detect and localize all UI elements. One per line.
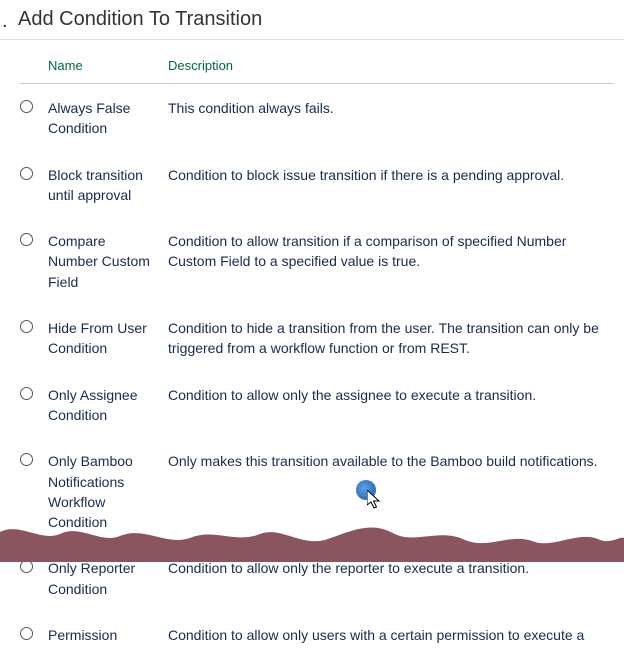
table-row[interactable]: Only Bamboo Notifications Workflow Condi…	[20, 437, 614, 544]
condition-name: Compare Number Custom Field	[48, 231, 168, 292]
condition-description: This condition always fails.	[168, 98, 614, 118]
column-header-description[interactable]: Description	[168, 58, 614, 73]
table-row[interactable]: Only Assignee ConditionCondition to allo…	[20, 371, 614, 438]
condition-name: Always False Condition	[48, 98, 168, 139]
condition-description: Condition to allow only the reporter to …	[168, 558, 614, 578]
condition-name: Block transition until approval	[48, 165, 168, 206]
table-row[interactable]: Hide From User ConditionCondition to hid…	[20, 304, 614, 371]
page-title: Add Condition To Transition	[0, 0, 624, 40]
condition-name: Only Reporter Condition	[48, 558, 168, 599]
table-row[interactable]: Only Reporter ConditionCondition to allo…	[20, 544, 614, 611]
table-row[interactable]: PermissionCondition to allow only users …	[20, 611, 614, 657]
table-row[interactable]: Always False ConditionThis condition alw…	[20, 84, 614, 151]
table-row[interactable]: Block transition until approvalCondition…	[20, 151, 614, 218]
condition-radio[interactable]	[20, 320, 33, 333]
condition-radio[interactable]	[20, 387, 33, 400]
column-header-name[interactable]: Name	[48, 58, 168, 73]
condition-description: Condition to allow only users with a cer…	[168, 625, 614, 645]
table-header-row: Name Description	[20, 40, 614, 84]
condition-description: Condition to hide a transition from the …	[168, 318, 614, 359]
table-row[interactable]: Compare Number Custom FieldCondition to …	[20, 217, 614, 304]
condition-description: Condition to block issue transition if t…	[168, 165, 614, 185]
condition-name: Only Assignee Condition	[48, 385, 168, 426]
condition-name: Permission	[48, 625, 168, 645]
condition-description: Condition to allow only the assignee to …	[168, 385, 614, 405]
condition-description: Only makes this transition available to …	[168, 451, 614, 471]
conditions-table: Name Description Always False ConditionT…	[0, 40, 624, 657]
condition-radio[interactable]	[20, 233, 33, 246]
condition-radio[interactable]	[20, 167, 33, 180]
condition-radio[interactable]	[20, 560, 33, 573]
condition-name: Only Bamboo Notifications Workflow Condi…	[48, 451, 168, 532]
condition-description: Condition to allow transition if a compa…	[168, 231, 614, 272]
condition-radio[interactable]	[20, 627, 33, 640]
condition-radio[interactable]	[20, 453, 33, 466]
condition-name: Hide From User Condition	[48, 318, 168, 359]
condition-radio[interactable]	[20, 100, 33, 113]
